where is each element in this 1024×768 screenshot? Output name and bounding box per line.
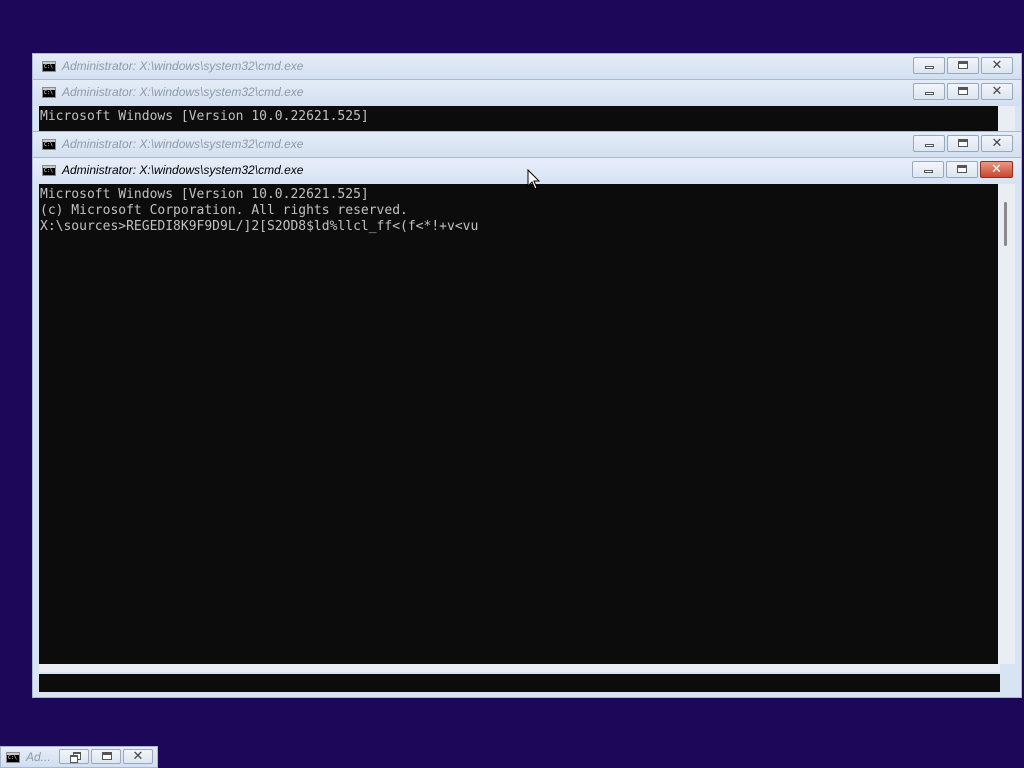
console-output[interactable]: Microsoft Windows [Version 10.0.22621.52… — [39, 184, 1000, 664]
restore-button[interactable] — [59, 749, 89, 764]
close-button[interactable]: ✕ — [981, 57, 1013, 74]
close-icon: ✕ — [132, 749, 144, 764]
minimized-window[interactable]: Ad... ✕ — [0, 746, 158, 768]
window-title: Administrator: X:\windows\system32\cmd.e… — [62, 137, 304, 151]
close-button[interactable]: ✕ — [981, 83, 1013, 100]
minimize-button[interactable] — [913, 135, 945, 152]
maximize-icon — [102, 752, 112, 760]
horizontal-gap — [39, 664, 1000, 672]
close-icon: ✕ — [991, 58, 1003, 73]
maximize-button[interactable] — [91, 749, 121, 764]
minimize-icon — [925, 66, 934, 69]
console-line: (c) Microsoft Corporation. All rights re… — [40, 203, 408, 218]
minimize-button[interactable] — [913, 57, 945, 74]
vertical-scrollbar[interactable] — [998, 184, 1015, 664]
console-line: Microsoft Windows [Version 10.0.22621.52… — [40, 109, 369, 124]
minimize-icon — [925, 144, 934, 147]
cmd-console-icon — [42, 165, 56, 176]
close-button[interactable]: ✕ — [980, 161, 1013, 178]
close-button[interactable]: ✕ — [981, 135, 1013, 152]
maximize-button[interactable] — [947, 57, 979, 74]
title-bar[interactable]: Administrator: X:\windows\system32\cmd.e… — [33, 132, 1021, 158]
minimize-icon — [924, 170, 933, 173]
console-prompt-line[interactable]: X:\sources>REGEDI8K9F9D9L/]2[S2OD8$ld%ll… — [39, 219, 1000, 235]
cmd-window-1[interactable]: Administrator: X:\windows\system32\cmd.e… — [32, 53, 1022, 81]
window-controls: ✕ — [910, 161, 1013, 179]
close-icon: ✕ — [991, 84, 1003, 99]
maximize-icon — [958, 139, 968, 147]
minimize-button[interactable] — [912, 161, 944, 178]
window-controls: ✕ — [57, 749, 153, 767]
cmd-console-icon — [42, 61, 56, 72]
close-icon: ✕ — [991, 162, 1002, 177]
maximize-button[interactable] — [946, 161, 978, 178]
minimized-window-title: Ad... — [26, 750, 51, 764]
console-line: Microsoft Windows [Version 10.0.22621.52… — [40, 187, 369, 202]
maximize-icon — [958, 87, 968, 95]
window-title: Administrator: X:\windows\system32\cmd.e… — [62, 59, 304, 73]
maximize-button[interactable] — [947, 83, 979, 100]
window-title: Administrator: X:\windows\system32\cmd.e… — [62, 163, 304, 177]
close-button[interactable]: ✕ — [123, 749, 153, 764]
title-bar[interactable]: Administrator: X:\windows\system32\cmd.e… — [33, 80, 1021, 106]
window-controls: ✕ — [911, 83, 1013, 101]
scroll-thumb[interactable] — [1004, 202, 1007, 246]
console-strip — [39, 674, 1000, 692]
window-controls: ✕ — [911, 57, 1013, 75]
restore-icon — [70, 752, 81, 763]
maximize-icon — [958, 61, 968, 69]
window-title: Administrator: X:\windows\system32\cmd.e… — [62, 85, 304, 99]
minimize-icon — [925, 92, 934, 95]
desktop: Administrator: X:\windows\system32\cmd.e… — [0, 0, 1024, 768]
cmd-window-2[interactable]: Administrator: X:\windows\system32\cmd.e… — [32, 79, 1022, 136]
maximize-button[interactable] — [947, 135, 979, 152]
close-icon: ✕ — [991, 136, 1003, 151]
minimize-button[interactable] — [913, 83, 945, 100]
title-bar[interactable]: Administrator: X:\windows\system32\cmd.e… — [33, 54, 1021, 80]
window-controls: ✕ — [911, 135, 1013, 153]
mouse-pointer-icon — [527, 169, 541, 190]
cmd-console-icon — [6, 752, 20, 763]
maximize-icon — [957, 165, 967, 173]
cmd-window-active[interactable]: Administrator: X:\windows\system32\cmd.e… — [32, 157, 1022, 698]
cmd-console-icon — [42, 87, 56, 98]
cmd-console-icon — [42, 139, 56, 150]
